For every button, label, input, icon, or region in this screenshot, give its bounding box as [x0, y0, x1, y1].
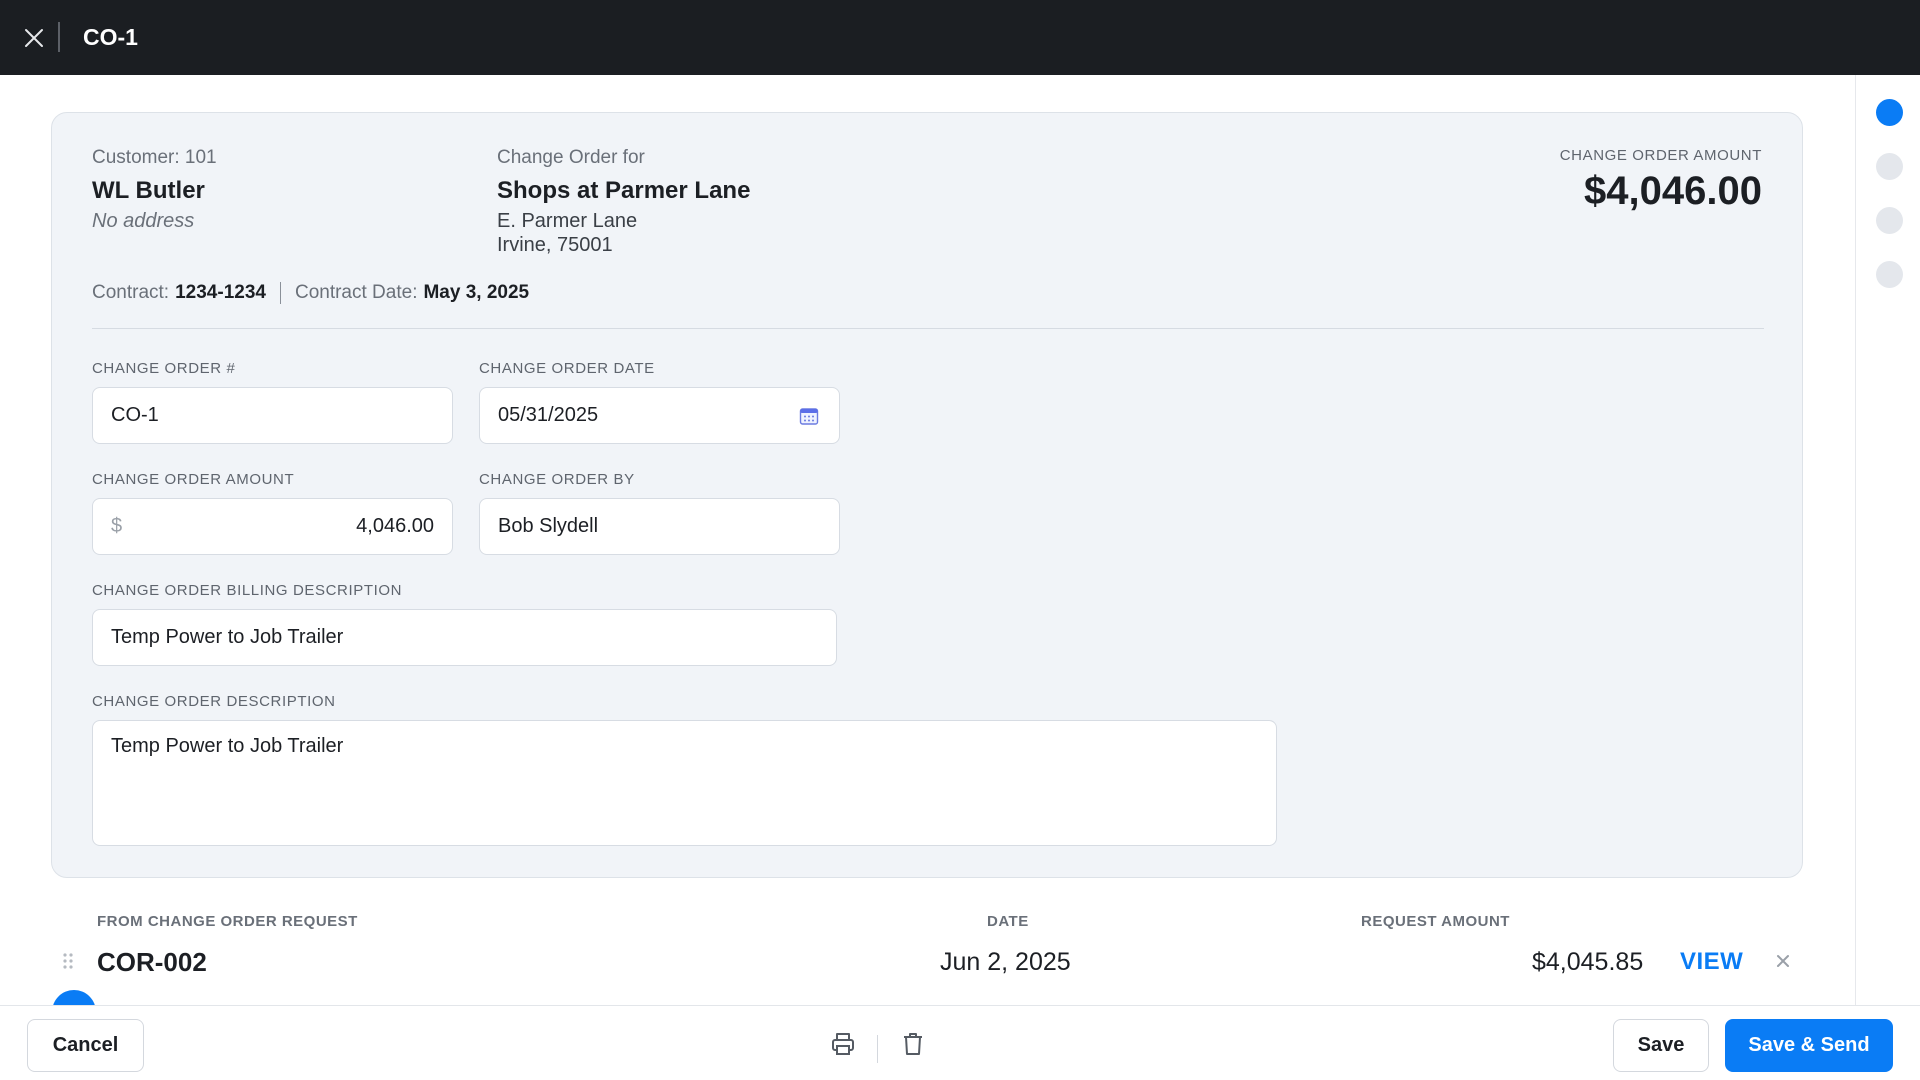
contract-info: Contract: 1234-1234 Contract Date: May 3… [92, 282, 529, 304]
change-order-for-label: Change Order for [497, 147, 645, 168]
request-id: COR-002 [97, 947, 207, 977]
save-and-send-button[interactable]: Save & Send [1725, 1019, 1893, 1072]
co-amount-input[interactable]: $ 4,046.00 [92, 498, 453, 555]
co-by-label: CHANGE ORDER BY [479, 471, 635, 488]
save-button[interactable]: Save [1613, 1019, 1709, 1072]
col-header-amount: REQUEST AMOUNT [1361, 913, 1510, 930]
co-by-input[interactable]: Bob Slydell [479, 498, 840, 555]
print-icon[interactable] [830, 1031, 856, 1057]
co-number-label: CHANGE ORDER # [92, 360, 236, 377]
summary-amount-label: CHANGE ORDER AMOUNT [1559, 147, 1762, 164]
request-date: Jun 2, 2025 [940, 948, 1071, 976]
section-dot-3[interactable] [1876, 207, 1903, 234]
top-bar-divider [58, 22, 60, 52]
change-order-card: Customer: 101 WL Butler No address Chang… [51, 112, 1803, 878]
calendar-icon[interactable] [799, 406, 819, 426]
footer-icon-divider [877, 1035, 878, 1063]
cancel-button[interactable]: Cancel [27, 1019, 144, 1072]
col-header-from: FROM CHANGE ORDER REQUEST [97, 913, 358, 930]
co-date-value: 05/31/2025 [498, 404, 599, 426]
desc-value: Temp Power to Job Trailer [111, 735, 344, 757]
currency-symbol: $ [111, 515, 123, 537]
contract-divider [279, 282, 281, 304]
drag-handle-icon[interactable] [62, 952, 74, 970]
footer-bar: Cancel Save Save & Send [0, 1005, 1920, 1080]
view-request-link[interactable]: VIEW [1680, 948, 1743, 976]
billing-desc-value: Temp Power to Job Trailer [111, 626, 344, 648]
contract-date-value: May 3, 2025 [423, 282, 530, 303]
project-address-line1: E. Parmer Lane [497, 210, 638, 232]
desc-textarea[interactable]: Temp Power to Job Trailer [92, 720, 1277, 846]
col-header-date: DATE [987, 913, 1029, 930]
page-title: CO-1 [83, 24, 138, 50]
desc-label: CHANGE ORDER DESCRIPTION [92, 693, 336, 710]
card-divider [92, 328, 1764, 329]
request-amount: $4,045.85 [1532, 948, 1644, 976]
contract-value: 1234-1234 [175, 282, 266, 303]
section-dot-4[interactable] [1876, 261, 1903, 288]
customer-name: WL Butler [92, 177, 205, 204]
close-button[interactable] [18, 22, 50, 54]
co-number-value: CO-1 [111, 404, 159, 426]
section-dot-1[interactable] [1876, 99, 1903, 126]
co-date-label: CHANGE ORDER DATE [479, 360, 655, 377]
co-date-input[interactable]: 05/31/2025 [479, 387, 840, 444]
section-nav-rail [1855, 75, 1920, 1005]
contract-label: Contract: [92, 282, 170, 303]
co-amount-value: 4,046.00 [356, 515, 434, 537]
customer-address: No address [92, 210, 195, 232]
top-bar: CO-1 [0, 0, 1920, 75]
remove-request-icon[interactable] [1774, 952, 1792, 970]
billing-desc-input[interactable]: Temp Power to Job Trailer [92, 609, 837, 666]
co-number-input[interactable]: CO-1 [92, 387, 453, 444]
section-dot-2[interactable] [1876, 153, 1903, 180]
project-address-line2: Irvine, 75001 [497, 234, 613, 256]
close-icon [25, 29, 43, 47]
co-amount-label: CHANGE ORDER AMOUNT [92, 471, 295, 488]
billing-desc-label: CHANGE ORDER BILLING DESCRIPTION [92, 582, 403, 599]
contract-date-label: Contract Date: [294, 282, 418, 303]
trash-icon[interactable] [902, 1031, 924, 1057]
co-by-value: Bob Slydell [498, 515, 599, 537]
summary-amount-value: $4,046.00 [1584, 169, 1762, 213]
project-name: Shops at Parmer Lane [497, 177, 751, 204]
customer-label: Customer: 101 [92, 147, 217, 168]
